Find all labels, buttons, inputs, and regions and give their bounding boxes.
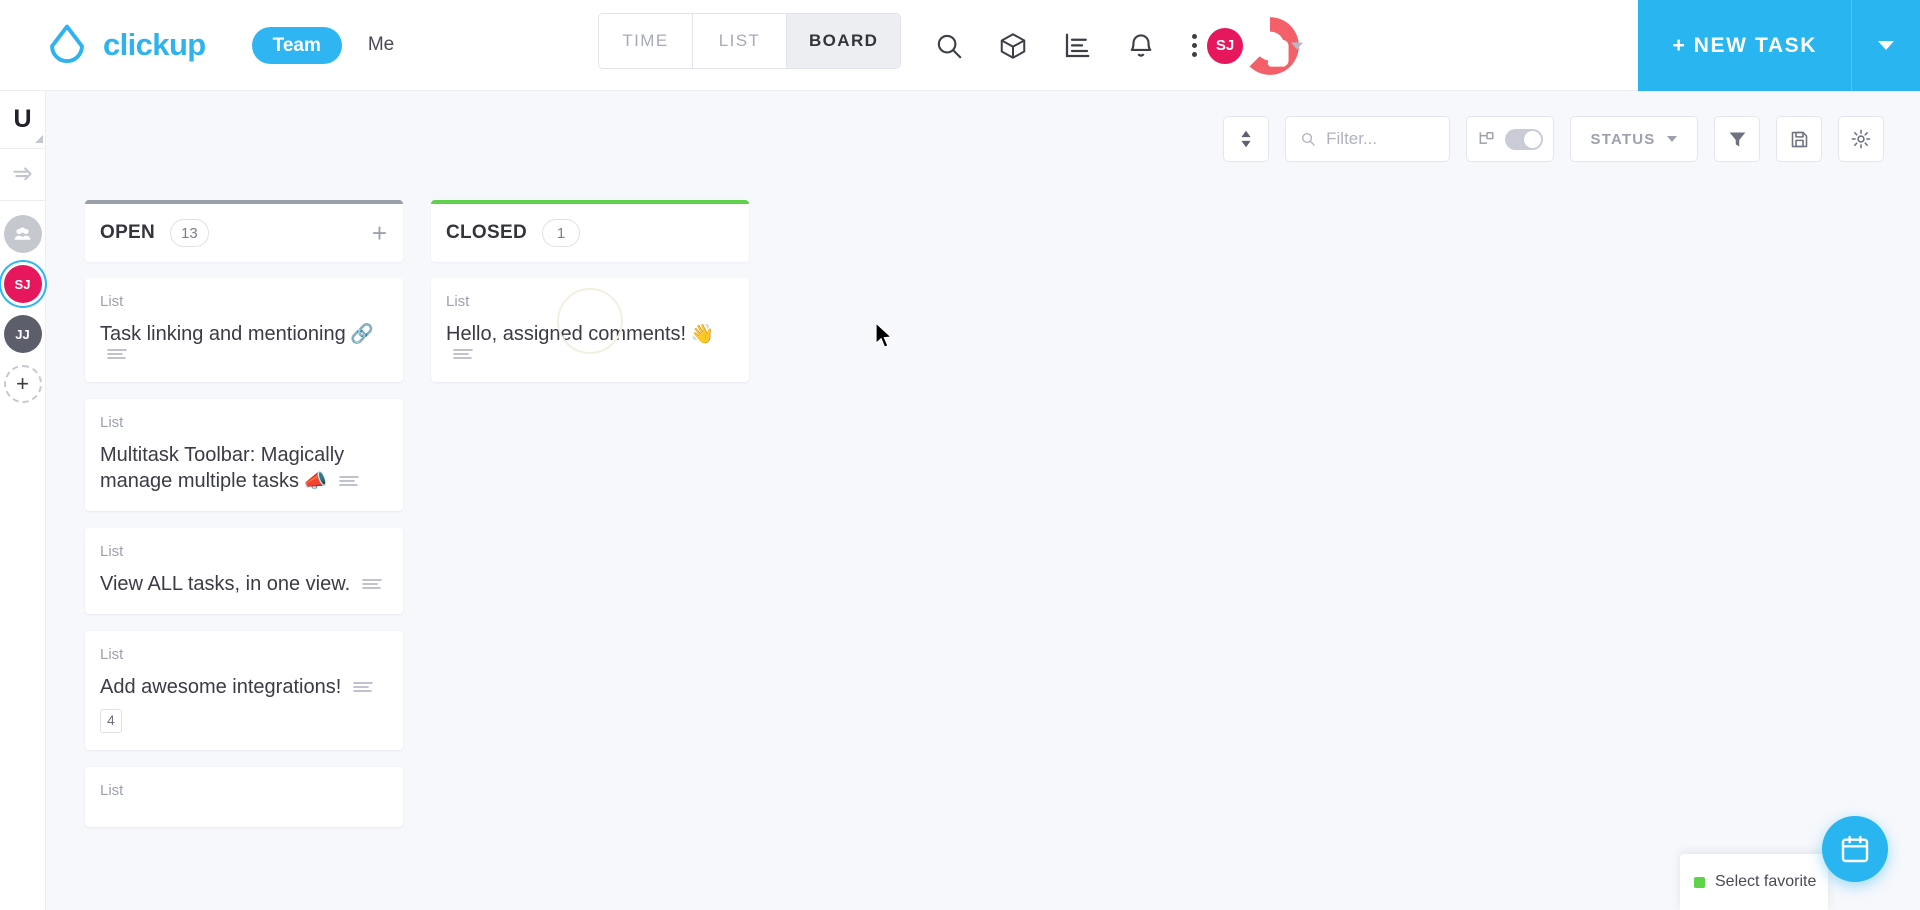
- team-toggle-button[interactable]: Team: [251, 26, 342, 64]
- filter-input[interactable]: [1326, 129, 1435, 149]
- select-favorite-toast[interactable]: Select favorite: [1680, 854, 1828, 910]
- description-icon: [361, 577, 382, 595]
- card-list-label: List: [100, 543, 124, 561]
- add-member-button[interactable]: +: [3, 365, 42, 403]
- board-column-closed: CLOSED 1 List Hello, assigned comments! …: [431, 200, 749, 910]
- new-task-group: + NEW TASK: [1638, 0, 1920, 91]
- top-header: clickup Team Me TIME LIST BOARD SJ + NEW…: [0, 0, 1920, 91]
- rail-avatar-jj[interactable]: JJ: [3, 315, 42, 353]
- sort-icon[interactable]: [1223, 116, 1269, 162]
- task-card[interactable]: List View ALL tasks, in one view.: [85, 528, 403, 615]
- card-emoji: 👋: [690, 324, 715, 345]
- card-title: Task linking and mentioning: [100, 323, 346, 345]
- task-card[interactable]: List: [85, 766, 403, 827]
- chevron-down-icon: [1667, 136, 1678, 142]
- new-task-dropdown-icon[interactable]: [1852, 0, 1920, 91]
- task-card[interactable]: List Hello, assigned comments! 👋: [431, 278, 749, 383]
- clickup-drop-logo-icon: [50, 24, 84, 63]
- tab-board[interactable]: BOARD: [787, 14, 901, 68]
- rail-avatar-list: SJ JJ +: [3, 201, 42, 403]
- card-list-label: List: [100, 646, 124, 664]
- rail-group-avatar[interactable]: [3, 215, 42, 253]
- tab-time[interactable]: TIME: [599, 14, 693, 68]
- board-columns: OPEN 13 + List Task linking and mentioni…: [46, 187, 1920, 910]
- card-list-label: List: [100, 293, 124, 310]
- select-favorite-label: Select favorite: [1715, 873, 1817, 890]
- favorite-status-dot: [1694, 876, 1705, 888]
- cube-icon[interactable]: [994, 27, 1032, 65]
- clickup-logo[interactable]: clickup: [44, 22, 206, 68]
- filter-input-wrap[interactable]: [1285, 116, 1450, 162]
- board-toolbar: STATUS: [46, 91, 1920, 187]
- chart-icon[interactable]: [1058, 27, 1096, 65]
- card-list-label: List: [446, 293, 470, 310]
- user-avatar-menu[interactable]: SJ: [1205, 0, 1303, 91]
- search-icon: [1302, 132, 1315, 146]
- column-count-badge: 13: [170, 219, 209, 247]
- workspace-initial: U: [13, 105, 32, 133]
- task-card[interactable]: List Add awesome integrations! 4: [85, 631, 403, 750]
- collapse-arrow-icon[interactable]: [0, 149, 46, 201]
- task-card[interactable]: List Multitask Toolbar: Magically manage…: [85, 399, 403, 512]
- workspace-switcher[interactable]: U: [0, 91, 46, 149]
- search-icon[interactable]: [930, 27, 968, 65]
- rail-avatar-sj[interactable]: SJ: [3, 265, 42, 303]
- header-icon-group: [930, 0, 1203, 91]
- column-add-task-button[interactable]: +: [372, 220, 387, 246]
- calendar-icon: [1841, 835, 1869, 863]
- gear-icon[interactable]: [1838, 116, 1884, 162]
- save-icon[interactable]: [1776, 116, 1822, 162]
- column-count-badge: 1: [541, 219, 580, 247]
- card-emoji: 📣: [303, 471, 328, 493]
- description-icon: [338, 474, 359, 492]
- column-header-closed[interactable]: CLOSED 1: [431, 200, 749, 262]
- column-header-open[interactable]: OPEN 13 +: [85, 200, 403, 262]
- subtask-icon: [1479, 132, 1494, 144]
- more-vertical-icon[interactable]: [1186, 28, 1203, 63]
- tab-list[interactable]: LIST: [693, 14, 787, 68]
- task-card[interactable]: List Task linking and mentioning 🔗: [85, 278, 403, 383]
- avatar: SJ: [1205, 25, 1245, 66]
- card-subtask-badge: 4: [100, 709, 122, 733]
- card-list-label: List: [100, 781, 124, 799]
- calendar-fab-button[interactable]: [1822, 816, 1888, 882]
- description-icon: [453, 347, 473, 365]
- board-column-open: OPEN 13 + List Task linking and mentioni…: [85, 200, 403, 910]
- subtask-toggle[interactable]: [1505, 128, 1543, 150]
- card-emoji: 🔗: [350, 324, 374, 345]
- description-icon: [352, 680, 373, 698]
- status-dropdown[interactable]: STATUS: [1570, 116, 1698, 162]
- card-title: Hello, assigned comments!: [446, 323, 687, 345]
- card-title: View ALL tasks, in one view.: [100, 573, 351, 596]
- description-icon: [107, 347, 127, 365]
- chevron-down-icon[interactable]: [1291, 42, 1303, 49]
- left-rail: U SJ JJ +: [0, 91, 46, 910]
- logo-wordmark: clickup: [103, 27, 206, 62]
- funnel-icon[interactable]: [1714, 116, 1760, 162]
- clickup-app: clickup Team Me TIME LIST BOARD SJ + NEW…: [0, 0, 1920, 910]
- card-list-closed: List Hello, assigned comments! 👋: [431, 278, 749, 383]
- view-tab-group: TIME LIST BOARD: [598, 13, 902, 69]
- card-list-open: List Task linking and mentioning 🔗 List …: [85, 278, 403, 827]
- status-label: STATUS: [1590, 130, 1656, 148]
- card-list-label: List: [100, 414, 124, 432]
- bell-icon[interactable]: [1122, 27, 1160, 65]
- card-title: Add awesome integrations!: [100, 676, 342, 699]
- me-toggle-button[interactable]: Me: [368, 34, 394, 56]
- column-title: OPEN: [100, 222, 156, 243]
- column-title: CLOSED: [446, 222, 527, 243]
- subtask-toggle-button[interactable]: [1466, 116, 1554, 162]
- new-task-button[interactable]: + NEW TASK: [1638, 0, 1852, 91]
